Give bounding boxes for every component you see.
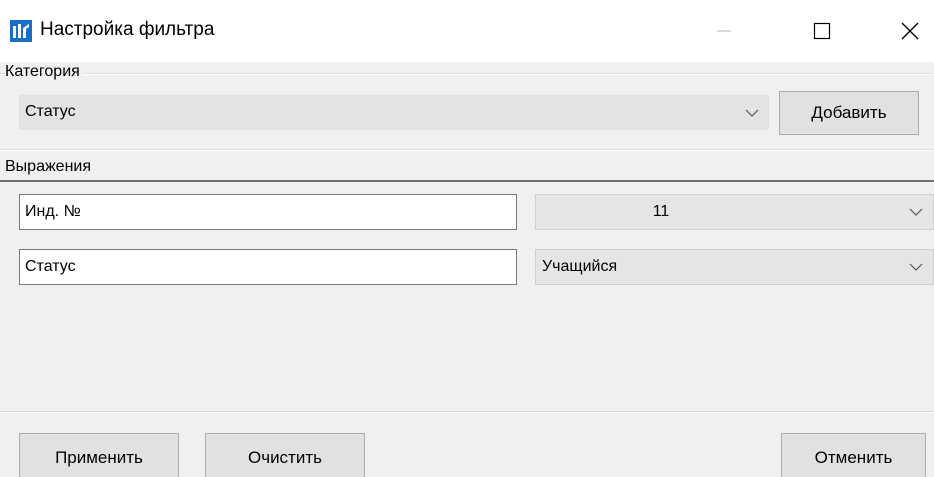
clear-button-label: Очистить: [247, 448, 322, 467]
apply-button-label: Применить: [55, 448, 143, 467]
add-button-label: Добавить: [811, 103, 887, 122]
maximize-button[interactable]: [792, 0, 852, 62]
filter-settings-window: Настройка фильтра Категория Статус Добав…: [0, 0, 934, 477]
category-group-line: [0, 73, 934, 75]
expression-value-select[interactable]: Учащийся: [535, 249, 934, 285]
maximize-icon: [813, 22, 831, 40]
title-bar[interactable]: Настройка фильтра: [0, 0, 934, 62]
expression-value-text: Учащийся: [542, 258, 618, 275]
chevron-down-icon: [909, 263, 923, 271]
expression-value-dropdown-button[interactable]: [899, 195, 933, 229]
add-button[interactable]: Добавить: [779, 91, 919, 135]
expression-value-text: 11: [652, 203, 670, 220]
minimize-button[interactable]: [694, 0, 754, 62]
expression-value-select[interactable]: 11: [535, 194, 934, 230]
expression-field-text: Инд. №: [25, 203, 81, 220]
chevron-down-icon: [909, 208, 923, 216]
expression-field-input[interactable]: Инд. №: [19, 194, 517, 230]
clear-button[interactable]: Очистить: [205, 433, 365, 477]
close-button[interactable]: [880, 0, 934, 62]
cancel-button-label: Отменить: [814, 448, 893, 467]
expressions-separator: [0, 180, 934, 182]
apply-button[interactable]: Применить: [19, 433, 179, 477]
category-select-value: Статус: [25, 103, 76, 120]
category-dropdown-button[interactable]: [735, 95, 769, 130]
minimize-icon: [717, 30, 731, 32]
close-icon: [901, 22, 919, 40]
category-group-label: Категория: [5, 63, 84, 81]
chevron-down-icon: [745, 109, 759, 117]
expressions-group-line: [0, 149, 934, 151]
expression-field-text: Статус: [25, 258, 76, 275]
expression-value-dropdown-button[interactable]: [899, 250, 933, 284]
category-select[interactable]: Статус: [19, 95, 769, 130]
window-title: Настройка фильтра: [40, 19, 215, 40]
expression-field-input[interactable]: Статус: [19, 249, 517, 285]
expressions-group-label: Выражения: [5, 158, 96, 176]
app-icon: [10, 20, 32, 42]
footer-separator: [0, 411, 934, 413]
cancel-button[interactable]: Отменить: [781, 433, 926, 477]
